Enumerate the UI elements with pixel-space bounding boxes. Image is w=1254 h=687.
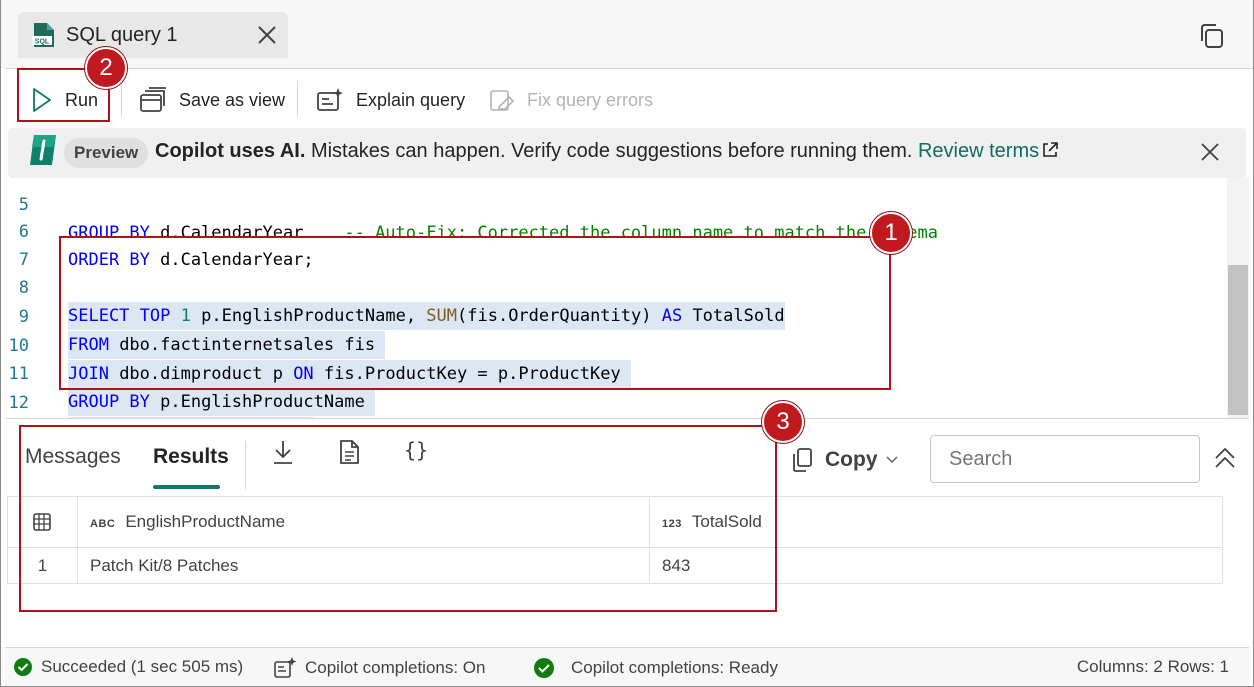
status-succeeded: Succeeded (1 sec 505 ms)	[13, 657, 243, 677]
svg-text:SQL: SQL	[35, 39, 50, 46]
annotation-box-results	[19, 425, 777, 612]
toolbar-divider	[121, 81, 122, 117]
save-as-view-button[interactable]: Save as view	[139, 83, 285, 117]
fix-eraser-icon	[490, 90, 515, 111]
tab-title: SQL query 1	[66, 24, 178, 46]
toolbar-divider	[297, 81, 298, 117]
copilot-ready-text: Copilot completions: Ready	[571, 658, 778, 677]
status-copilot-on[interactable]: Copilot completions: On	[273, 657, 485, 679]
preview-badge: Preview	[64, 138, 149, 168]
external-link-icon	[1043, 142, 1058, 157]
status-bar: Succeeded (1 sec 505 ms) Copilot complet…	[5, 647, 1249, 687]
copy-window-icon[interactable]	[1198, 22, 1226, 50]
columns-rows-summary: Columns: 2 Rows: 1	[1076, 657, 1229, 676]
copilot-notice-bold: Copilot uses AI.	[155, 140, 306, 162]
annotation-box-query	[59, 236, 891, 390]
fix-query-errors-label: Fix query errors	[527, 89, 654, 110]
review-terms-link[interactable]: Review terms	[918, 140, 1039, 162]
copilot-logo-icon	[30, 135, 56, 165]
code-line: 13	[5, 389, 1227, 417]
annotation-badge-1: 1	[870, 212, 912, 254]
copilot-notice-message: Mistakes can happen. Verify code suggest…	[305, 140, 918, 162]
explain-query-button[interactable]: Explain query	[316, 83, 465, 117]
success-check-icon	[14, 658, 32, 676]
view-stack-icon	[140, 87, 166, 112]
annotation-badge-2: 2	[85, 47, 127, 89]
copy-icon	[793, 448, 812, 472]
annotation-badge-3: 3	[762, 401, 804, 443]
status-copilot-ready: Copilot completions: Ready	[533, 657, 778, 679]
collapse-panel-icon[interactable]	[1213, 445, 1237, 471]
tab-bar: SQL SQL query 1	[0, 0, 1254, 68]
succeeded-text: Succeeded (1 sec 505 ms)	[41, 657, 244, 676]
save-as-view-label: Save as view	[179, 89, 286, 110]
copilot-notice-banner: Preview Copilot uses AI. Mistakes can ha…	[8, 128, 1246, 178]
editor-scrollbar-thumb[interactable]	[1228, 265, 1248, 415]
close-icon[interactable]	[1198, 140, 1222, 164]
copy-label: Copy	[825, 448, 878, 471]
copilot-notice-text: Copilot uses AI. Mistakes can happen. Ve…	[155, 140, 1059, 163]
explain-sparkle-icon	[317, 88, 343, 111]
search-input[interactable]	[930, 435, 1200, 483]
explain-query-label: Explain query	[356, 89, 466, 110]
code-line: 6 ORDER BY d.CalendarYear;	[5, 190, 1227, 270]
copilot-completions-icon	[274, 657, 297, 678]
chevron-down-icon	[885, 456, 898, 464]
close-icon[interactable]	[254, 22, 280, 48]
fix-query-errors-button[interactable]: Fix query errors	[489, 83, 653, 117]
ready-check-icon	[534, 658, 554, 678]
copilot-on-text: Copilot completions: On	[305, 658, 486, 677]
query-toolbar: Run Save as view Explain query Fix query…	[5, 68, 1253, 128]
copy-button[interactable]: Copy	[791, 445, 898, 475]
tab-sql-query-1[interactable]: SQL SQL query 1	[18, 12, 288, 58]
sql-file-icon: SQL	[32, 23, 54, 47]
